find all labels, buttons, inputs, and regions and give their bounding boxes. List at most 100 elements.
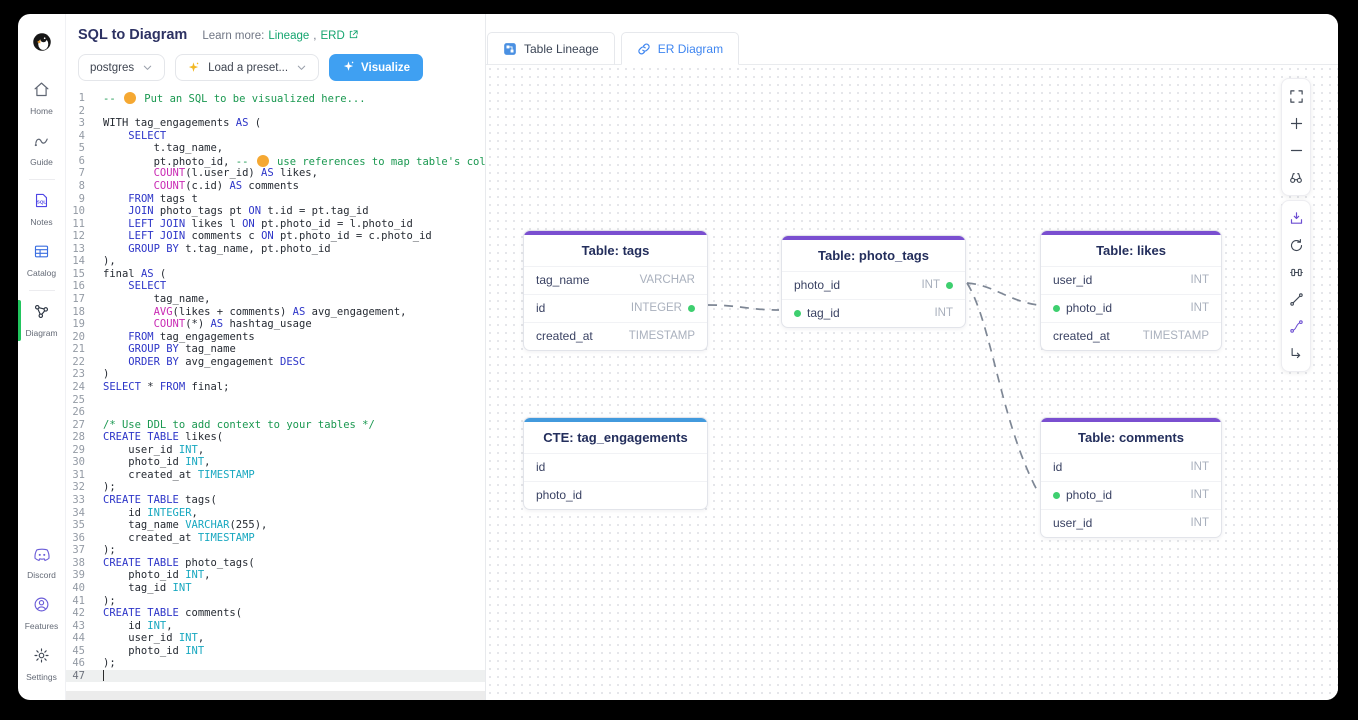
link-separator: , [313, 30, 316, 42]
field-type: INT [921, 278, 953, 292]
canvas-zoom-toolbar [1281, 78, 1311, 196]
field-type: INT [1190, 460, 1209, 474]
app-window: Home Guide SQL Notes Catalog Diagram Discord F… [18, 14, 1338, 700]
tab-er-diagram[interactable]: ER Diagram [621, 32, 739, 65]
line-content: CREATE TABLE likes( [94, 431, 485, 444]
code-line: 47 [66, 670, 485, 683]
line-content: ); [94, 657, 485, 670]
visualize-button[interactable]: Visualize [329, 54, 423, 81]
line-number: 3 [66, 117, 94, 130]
edge-step-button[interactable] [1282, 340, 1310, 367]
code-editor[interactable]: 1-- 🤗 Put an SQL to be visualized here..… [66, 90, 485, 688]
sparkle-icon [187, 61, 200, 74]
code-line: 27/* Use DDL to add context to your tabl… [66, 419, 485, 432]
line-number: 15 [66, 268, 94, 281]
code-line: 8 COUNT(c.id) AS comments [66, 180, 485, 193]
link-icon [637, 42, 651, 56]
line-number: 17 [66, 293, 94, 306]
erd-link[interactable]: ERD [320, 29, 358, 43]
distribute-button[interactable] [1282, 259, 1310, 286]
line-number: 25 [66, 394, 94, 407]
er-table-card-comments[interactable]: Table: commentsidINTphoto_idINTuser_idIN… [1040, 417, 1222, 538]
sidebar-item-catalog[interactable]: Catalog [18, 235, 65, 286]
line-content: CREATE TABLE tags( [94, 494, 485, 507]
line-content: id INTEGER, [94, 507, 485, 520]
fit-view-button[interactable] [1282, 164, 1310, 191]
sidebar-item-discord[interactable]: Discord [18, 539, 65, 588]
field-name: user_id [1053, 516, 1092, 530]
zoom-out-button[interactable] [1282, 137, 1310, 164]
line-content: LEFT JOIN likes l ON pt.photo_id = l.pho… [94, 218, 485, 231]
sidebar-item-label: Notes [30, 217, 52, 227]
er-field-row: tag_nameVARCHAR [524, 266, 707, 294]
field-name: user_id [1053, 273, 1092, 287]
sidebar-item-home[interactable]: Home [18, 73, 65, 124]
line-number: 16 [66, 280, 94, 293]
line-content: GROUP BY tag_name [94, 343, 485, 356]
sidebar-item-notes[interactable]: SQL Notes [18, 184, 65, 235]
reset-button[interactable] [1282, 232, 1310, 259]
code-line: 13 GROUP BY t.tag_name, pt.photo_id [66, 243, 485, 256]
edge-step-icon [1289, 346, 1304, 361]
edge-curved-button[interactable] [1282, 313, 1310, 340]
code-line: 31 created_at TIMESTAMP [66, 469, 485, 482]
code-line: 21 GROUP BY tag_name [66, 343, 485, 356]
svg-text:SQL: SQL [37, 200, 47, 205]
line-content: photo_id INT, [94, 569, 485, 582]
download-button[interactable] [1282, 205, 1310, 232]
zoom-in-button[interactable] [1282, 110, 1310, 137]
sidebar-item-features[interactable]: Features [18, 588, 65, 639]
line-number: 22 [66, 356, 94, 369]
code-line: 44 user_id INT, [66, 632, 485, 645]
sidebar-item-guide[interactable]: Guide [18, 124, 65, 175]
er-table-card-likes[interactable]: Table: likesuser_idINTphoto_idINTcreated… [1040, 230, 1222, 351]
field-type: VARCHAR [640, 273, 695, 287]
sidebar-item-settings[interactable]: Settings [18, 639, 65, 690]
code-line: 16 SELECT [66, 280, 485, 293]
line-number: 32 [66, 481, 94, 494]
line-content: LEFT JOIN comments c ON pt.photo_id = c.… [94, 230, 485, 243]
code-line: 14), [66, 255, 485, 268]
line-number: 39 [66, 569, 94, 582]
relation-edge [967, 283, 1038, 492]
field-name: id [536, 460, 545, 474]
line-number: 38 [66, 557, 94, 570]
relation-dot [1053, 492, 1060, 499]
table-title: CTE: tag_engagements [524, 422, 707, 453]
app-logo-penguin-icon[interactable] [32, 32, 52, 57]
sidebar-item-label: Catalog [27, 268, 56, 278]
line-content: pt.photo_id, -- 👉 use references to map … [94, 155, 485, 168]
load-preset-select[interactable]: Load a preset... [175, 54, 319, 81]
er-field-row: id [524, 453, 707, 481]
line-content: CREATE TABLE comments( [94, 607, 485, 620]
line-content [94, 105, 485, 118]
er-table-card-tags[interactable]: Table: tagstag_nameVARCHARidINTEGERcreat… [523, 230, 708, 351]
line-number: 14 [66, 255, 94, 268]
fullscreen-button[interactable] [1282, 83, 1310, 110]
code-line: 7 COUNT(l.user_id) AS likes, [66, 167, 485, 180]
sidebar-item-label: Guide [30, 157, 53, 167]
lineage-link[interactable]: Lineage [268, 30, 309, 42]
er-diagram-canvas[interactable]: Table: tagstag_nameVARCHARidINTEGERcreat… [486, 65, 1338, 700]
tab-label: Table Lineage [524, 42, 599, 56]
tab-table-lineage[interactable]: Table Lineage [487, 32, 615, 65]
er-table-card-photo_tags[interactable]: Table: photo_tagsphoto_idINTtag_idINT [781, 235, 966, 328]
sidebar-item-diagram[interactable]: Diagram [18, 295, 65, 346]
dialect-select[interactable]: postgres [78, 54, 165, 81]
line-number: 36 [66, 532, 94, 545]
er-table-card-tag_engagements[interactable]: CTE: tag_engagementsid photo_id [523, 417, 708, 510]
er-field-row: photo_id [524, 481, 707, 509]
horizontal-scrollbar[interactable] [66, 691, 485, 700]
line-content: -- 🤗 Put an SQL to be visualized here... [94, 92, 485, 105]
code-line: 41); [66, 595, 485, 608]
code-line: 35 tag_name VARCHAR(255), [66, 519, 485, 532]
line-content: t.tag_name, [94, 142, 485, 155]
table-title: Table: tags [524, 235, 707, 266]
settings-icon [33, 647, 50, 669]
line-content [94, 670, 485, 683]
sidebar-item-label: Discord [27, 570, 56, 580]
distribute-icon [1289, 265, 1304, 280]
edge-straight-button[interactable] [1282, 286, 1310, 313]
learn-more: Learn more: Lineage , ERD [202, 29, 358, 43]
code-line: 9 FROM tags t [66, 193, 485, 206]
